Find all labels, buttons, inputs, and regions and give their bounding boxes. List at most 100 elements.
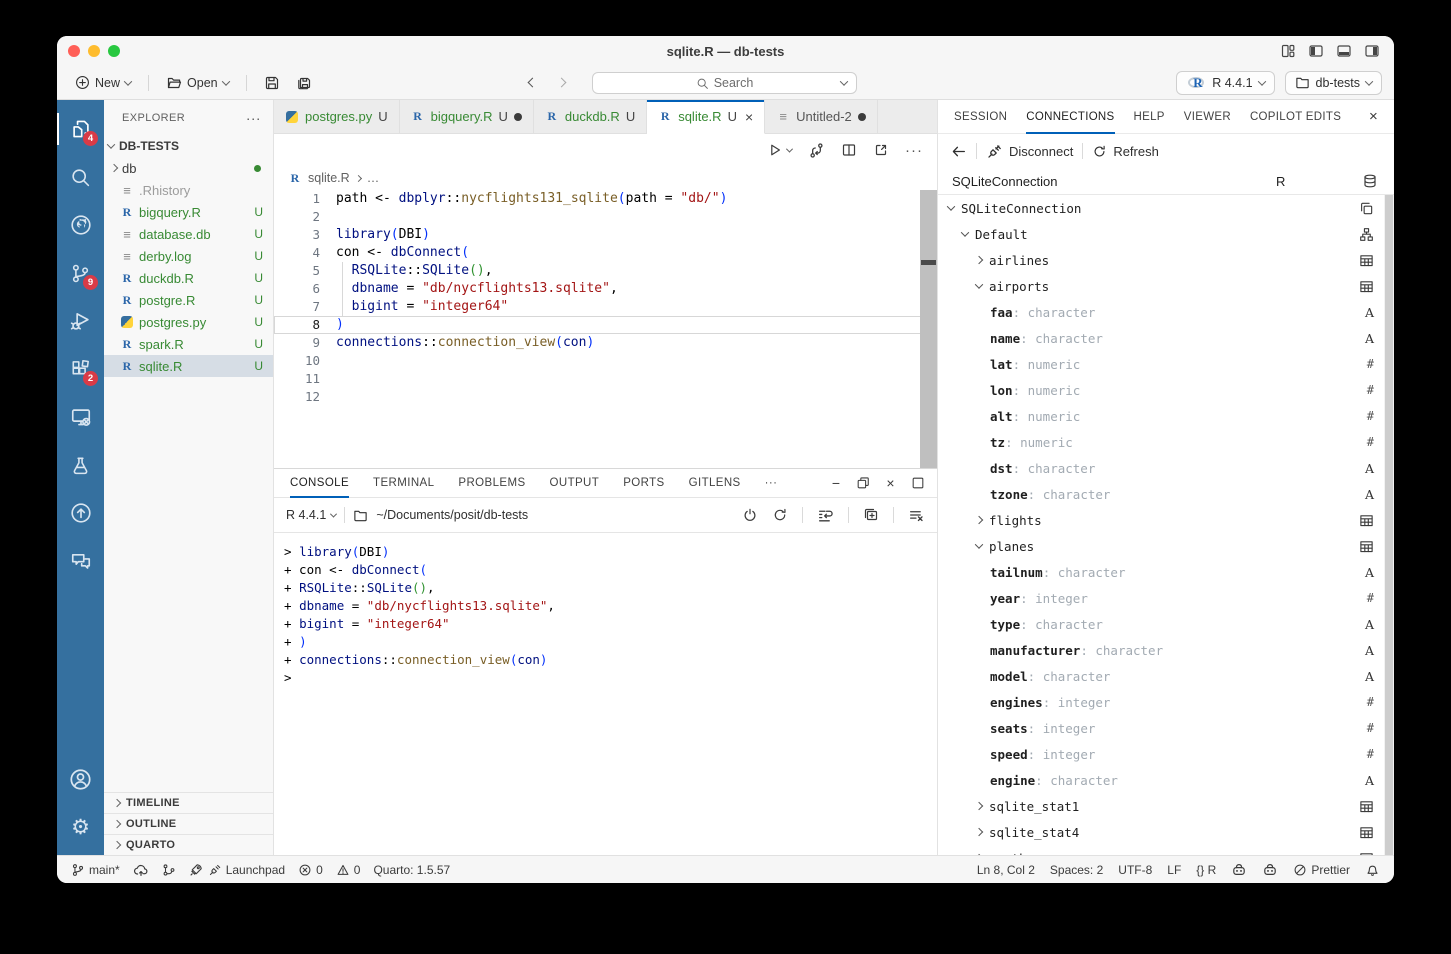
tab-bigquery.R[interactable]: Rbigquery.RU	[400, 100, 534, 133]
tree-field-tailnum[interactable]: tailnum : characterA	[938, 559, 1394, 585]
activity-item-search[interactable]	[57, 153, 104, 201]
file-item-derby.log[interactable]: ≡derby.logU	[104, 245, 273, 267]
panel-tab-gitlens[interactable]: GITLENS	[689, 469, 741, 497]
activity-item-testing[interactable]	[57, 441, 104, 489]
panel-tab-ports[interactable]: PORTS	[623, 469, 664, 497]
restart-session-icon[interactable]	[772, 507, 788, 523]
back-button[interactable]	[528, 78, 538, 88]
shutdown-session-icon[interactable]	[742, 507, 758, 523]
tab-duckdb.R[interactable]: Rduckdb.RU	[534, 100, 647, 133]
tree-field-speed[interactable]: speed : integer#	[938, 741, 1394, 767]
editor-more-actions[interactable]: ···	[905, 142, 923, 159]
explorer-more-actions[interactable]: ···	[246, 110, 261, 126]
tree-node-sqlite_stat1[interactable]: sqlite_stat1	[938, 793, 1394, 819]
customize-layout-icon[interactable]	[1280, 43, 1296, 59]
file-item-sqlite.R[interactable]: Rsqlite.RU	[104, 355, 273, 377]
file-item-spark.R[interactable]: Rspark.RU	[104, 333, 273, 355]
sidebar-section-quarto[interactable]: QUARTO	[104, 834, 273, 855]
activity-item-explorer[interactable]: 4	[57, 105, 104, 153]
activity-item-publish[interactable]	[57, 489, 104, 537]
tree-field-seats[interactable]: seats : integer#	[938, 715, 1394, 741]
tree-field-type[interactable]: type : characterA	[938, 611, 1394, 637]
console-runtime-selector[interactable]: R 4.4.1	[286, 508, 336, 522]
tree-field-lon[interactable]: lon : numeric#	[938, 377, 1394, 403]
tree-node-SQLiteConnection[interactable]: SQLiteConnection	[938, 195, 1394, 221]
minimize-panel-icon[interactable]: −	[832, 475, 841, 491]
search-input[interactable]: Search	[592, 72, 857, 94]
tree-scrollbar[interactable]	[1384, 195, 1394, 855]
split-editor-button[interactable]	[841, 142, 857, 158]
save-all-button[interactable]	[290, 72, 318, 94]
activity-item-source-control[interactable]: 9	[57, 249, 104, 297]
file-item-duckdb.R[interactable]: Rduckdb.RU	[104, 267, 273, 289]
status-eol[interactable]: LF	[1167, 863, 1181, 877]
run-file-button[interactable]	[767, 142, 792, 158]
sidebar-section-outline[interactable]: OUTLINE	[104, 813, 273, 834]
status-quarto-version[interactable]: Quarto: 1.5.57	[373, 863, 450, 877]
activity-item-github[interactable]	[57, 201, 104, 249]
tree-node-weather[interactable]: weather	[938, 845, 1394, 855]
toggle-right-panel-icon[interactable]	[1364, 43, 1380, 59]
clear-console-icon[interactable]	[908, 507, 925, 524]
activity-item-run-debug[interactable]	[57, 297, 104, 345]
activity-item-settings[interactable]: ⚙	[57, 803, 104, 851]
tree-field-faa[interactable]: faa : characterA	[938, 299, 1394, 325]
open-in-new-window-button[interactable]	[873, 142, 889, 158]
panel-tab-terminal[interactable]: TERMINAL	[373, 469, 434, 497]
tree-field-engines[interactable]: engines : integer#	[938, 689, 1394, 715]
editor-scrollbar[interactable]	[920, 190, 937, 468]
status-warnings[interactable]: 0	[336, 863, 361, 877]
status-indentation[interactable]: Spaces: 2	[1050, 863, 1103, 877]
restore-panel-icon[interactable]	[856, 476, 870, 490]
status-prettier[interactable]: Prettier	[1293, 863, 1350, 877]
status-encoding[interactable]: UTF-8	[1118, 863, 1152, 877]
activity-item-remote-explorer[interactable]	[57, 393, 104, 441]
tree-field-manufacturer[interactable]: manufacturer : characterA	[938, 637, 1394, 663]
tree-field-tz[interactable]: tz : numeric#	[938, 429, 1394, 455]
status-notifications[interactable]	[1365, 862, 1380, 877]
file-item-database.db[interactable]: ≡database.dbU	[104, 223, 273, 245]
tree-node-airlines[interactable]: airlines	[938, 247, 1394, 273]
file-item-.Rhistory[interactable]: ≡.Rhistory	[104, 179, 273, 201]
tree-field-tzone[interactable]: tzone : characterA	[938, 481, 1394, 507]
tree-field-year[interactable]: year : integer#	[938, 585, 1394, 611]
forward-button[interactable]	[557, 78, 567, 88]
save-button[interactable]	[258, 72, 286, 94]
right-tab-help[interactable]: HELP	[1134, 100, 1165, 133]
tree-field-name[interactable]: name : characterA	[938, 325, 1394, 351]
open-in-editor-icon[interactable]	[863, 507, 879, 523]
right-tab-viewer[interactable]: VIEWER	[1184, 100, 1231, 133]
tree-field-dst[interactable]: dst : characterA	[938, 455, 1394, 481]
open-button[interactable]: Open	[160, 72, 235, 94]
project-selector[interactable]: db-tests	[1285, 71, 1382, 95]
status-publish-changes[interactable]	[133, 862, 149, 878]
activity-item-extensions[interactable]: 2	[57, 345, 104, 393]
panel-tab-problems[interactable]: PROBLEMS	[458, 469, 525, 497]
maximize-panel-icon[interactable]	[911, 476, 925, 490]
tab-Untitled-2[interactable]: ≡Untitled-2	[765, 100, 878, 133]
connections-back-button[interactable]	[950, 143, 967, 160]
panel-tab-output[interactable]: OUTPUT	[550, 469, 600, 497]
zoom-window-button[interactable]	[108, 45, 120, 57]
file-item-postgres.py[interactable]: postgres.pyU	[104, 311, 273, 333]
sidebar-section-timeline[interactable]: TIMELINE	[104, 792, 273, 813]
code-editor[interactable]: 1path <- dbplyr::nycflights131_sqlite(pa…	[274, 190, 937, 468]
status-git-graph[interactable]	[162, 863, 176, 877]
close-right-panel-icon[interactable]: ×	[1369, 108, 1378, 125]
tree-field-model[interactable]: model : characterA	[938, 663, 1394, 689]
file-item-bigquery.R[interactable]: Rbigquery.RU	[104, 201, 273, 223]
word-wrap-icon[interactable]	[817, 507, 834, 524]
status-copilot-chat[interactable]	[1262, 862, 1278, 878]
close-tab-icon[interactable]: ×	[745, 109, 753, 125]
tree-field-lat[interactable]: lat : numeric#	[938, 351, 1394, 377]
status-cursor-position[interactable]: Ln 8, Col 2	[977, 863, 1035, 877]
status-git-branch[interactable]: main*	[71, 863, 120, 877]
panel-tab-console[interactable]: CONSOLE	[290, 469, 349, 497]
connection-header[interactable]: SQLiteConnection R	[938, 168, 1394, 195]
minimize-window-button[interactable]	[88, 45, 100, 57]
toggle-left-panel-icon[interactable]	[1308, 43, 1324, 59]
disconnect-button[interactable]: Disconnect	[986, 143, 1073, 160]
console-output[interactable]: > library(DBI)+ con <- dbConnect(+ RSQLi…	[274, 533, 937, 855]
close-window-button[interactable]	[68, 45, 80, 57]
breadcrumb[interactable]: R sqlite.R …	[274, 166, 937, 190]
